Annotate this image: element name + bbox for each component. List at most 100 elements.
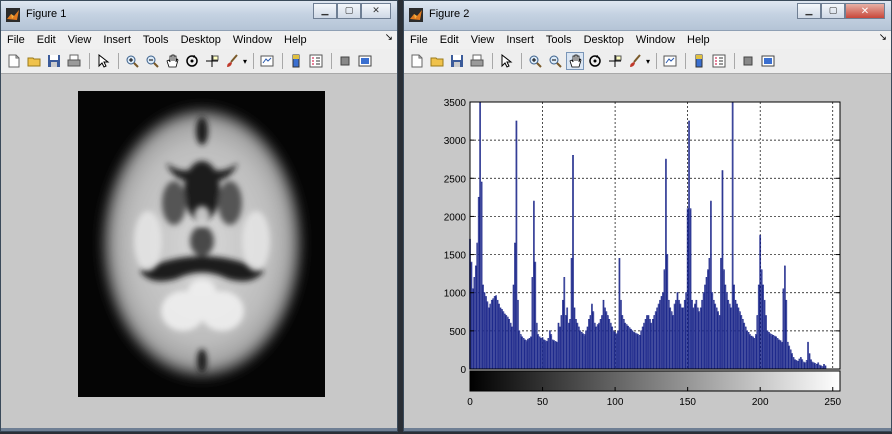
close-button[interactable]: ✕: [361, 3, 391, 19]
brush-button[interactable]: [626, 52, 644, 70]
maximize-button[interactable]: ▢: [821, 3, 845, 19]
brush-dropdown-icon[interactable]: ▾: [243, 57, 247, 66]
zoom-out-button[interactable]: [143, 52, 161, 70]
figure1-toolbar: ▾: [1, 49, 397, 74]
colorbar-button[interactable]: [690, 52, 708, 70]
edit-plot-arrow-button[interactable]: [497, 52, 515, 70]
menu-view[interactable]: View: [465, 34, 501, 46]
new-figure-icon: [410, 54, 424, 68]
figure1-menubar: File Edit View Insert Tools Desktop Wind…: [1, 31, 397, 49]
menu-edit[interactable]: Edit: [31, 34, 62, 46]
y-tick-label: 2500: [444, 174, 467, 185]
open-file-button[interactable]: [25, 52, 43, 70]
matlab-logo-icon: [409, 8, 423, 22]
figure2-bottom-edge: [404, 428, 891, 431]
close-button[interactable]: ✕: [845, 3, 885, 19]
toolbar-separator: [331, 53, 333, 69]
legend-button[interactable]: [710, 52, 728, 70]
rotate-3d-button[interactable]: [586, 52, 604, 70]
figure1-bottom-edge: [1, 428, 397, 431]
rotate-3d-icon: [588, 54, 602, 68]
dock-arrow-icon[interactable]: ↘: [879, 32, 887, 43]
hide-plot-tools-button[interactable]: [336, 52, 354, 70]
menu-window[interactable]: Window: [227, 34, 278, 46]
pan-hand-icon: [165, 54, 179, 68]
dock-arrow-icon[interactable]: ↘: [385, 32, 393, 43]
menu-desktop[interactable]: Desktop: [175, 34, 227, 46]
y-tick-label: 1000: [444, 289, 467, 300]
legend-icon: [712, 54, 726, 68]
menu-view[interactable]: View: [62, 34, 98, 46]
link-plot-icon: [663, 54, 677, 68]
menu-file[interactable]: File: [404, 34, 434, 46]
toolbar-separator: [118, 53, 119, 69]
legend-button[interactable]: [307, 52, 325, 70]
save-icon: [450, 54, 464, 68]
menu-tools[interactable]: Tools: [137, 34, 175, 46]
colorbar-icon: [692, 54, 706, 68]
data-cursor-icon: [205, 54, 219, 68]
colorbar-button[interactable]: [287, 52, 305, 70]
print-button[interactable]: [65, 52, 83, 70]
y-tick-label: 3000: [444, 136, 467, 147]
save-button[interactable]: [448, 52, 466, 70]
edit-plot-arrow-button[interactable]: [94, 52, 112, 70]
print-icon: [470, 54, 484, 68]
new-figure-button[interactable]: [5, 52, 23, 70]
show-plot-tools-icon: [761, 54, 775, 68]
minimize-button[interactable]: ▁: [797, 3, 821, 19]
print-button[interactable]: [468, 52, 486, 70]
zoom-in-icon: [528, 54, 542, 68]
figure1-titlebar[interactable]: Figure 1 ▁ ▢ ✕: [1, 1, 397, 31]
data-cursor-button[interactable]: [606, 52, 624, 70]
menu-edit[interactable]: Edit: [434, 34, 465, 46]
link-plot-button[interactable]: [258, 52, 276, 70]
link-plot-icon: [260, 54, 274, 68]
toolbar-separator: [656, 53, 658, 69]
menu-tools[interactable]: Tools: [540, 34, 578, 46]
x-tick-label: 0: [467, 397, 473, 408]
pan-hand-icon: [568, 54, 582, 68]
pan-hand-button[interactable]: [163, 52, 181, 70]
figure1-title: Figure 1: [26, 8, 67, 20]
brush-button[interactable]: [223, 52, 241, 70]
menu-desktop[interactable]: Desktop: [578, 34, 630, 46]
save-button[interactable]: [45, 52, 63, 70]
maximize-icon: ▢: [344, 6, 354, 16]
y-tick-label: 2000: [444, 212, 467, 223]
close-icon: ✕: [372, 6, 380, 16]
menu-file[interactable]: File: [1, 34, 31, 46]
minimize-icon: ▁: [321, 6, 329, 16]
menu-insert[interactable]: Insert: [500, 34, 540, 46]
new-figure-button[interactable]: [408, 52, 426, 70]
link-plot-button[interactable]: [661, 52, 679, 70]
zoom-in-button[interactable]: [526, 52, 544, 70]
open-file-button[interactable]: [428, 52, 446, 70]
data-cursor-button[interactable]: [203, 52, 221, 70]
zoom-out-button[interactable]: [546, 52, 564, 70]
menu-help[interactable]: Help: [681, 34, 716, 46]
rotate-3d-button[interactable]: [183, 52, 201, 70]
minimize-button[interactable]: ▁: [313, 3, 337, 19]
x-tick-label: 250: [824, 397, 841, 408]
zoom-in-button[interactable]: [123, 52, 141, 70]
pan-hand-button[interactable]: [566, 52, 584, 70]
toolbar-separator: [253, 53, 255, 69]
figure2-titlebar[interactable]: Figure 2 ▁ ▢ ✕: [404, 1, 891, 31]
maximize-button[interactable]: ▢: [337, 3, 361, 19]
show-plot-tools-button[interactable]: [356, 52, 374, 70]
open-file-icon: [27, 54, 41, 68]
menu-insert[interactable]: Insert: [97, 34, 137, 46]
show-plot-tools-button[interactable]: [759, 52, 777, 70]
figure2-title: Figure 2: [429, 8, 470, 20]
zoom-in-icon: [125, 54, 139, 68]
show-plot-tools-icon: [358, 54, 372, 68]
legend-icon: [309, 54, 323, 68]
hide-plot-tools-button[interactable]: [739, 52, 757, 70]
menu-help[interactable]: Help: [278, 34, 313, 46]
x-tick-label: 200: [752, 397, 769, 408]
edit-plot-arrow-icon: [96, 54, 110, 68]
brush-dropdown-icon[interactable]: ▾: [646, 57, 650, 66]
menu-window[interactable]: Window: [630, 34, 681, 46]
toolbar-separator: [734, 53, 736, 69]
